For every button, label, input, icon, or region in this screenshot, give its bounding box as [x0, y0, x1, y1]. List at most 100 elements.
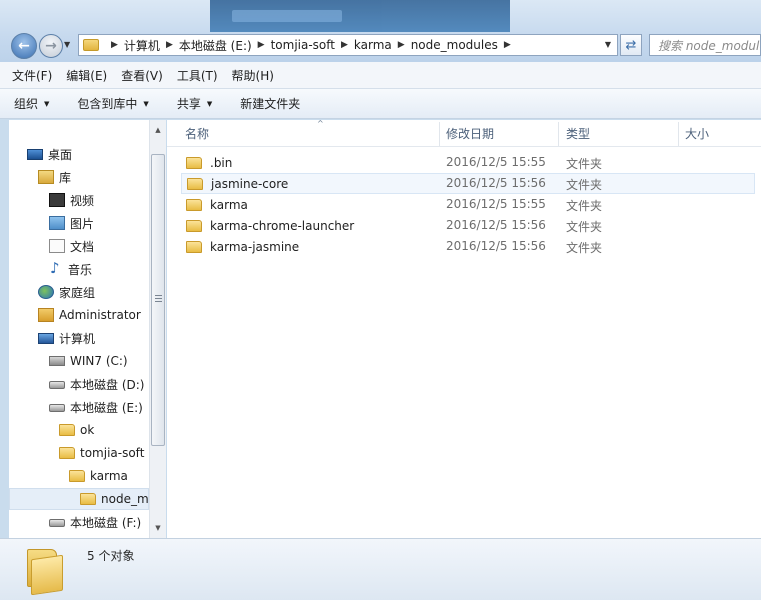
breadcrumb-tomjia-soft[interactable]: tomjia-soft [271, 38, 335, 52]
back-button[interactable]: ← [11, 33, 37, 59]
chevron-down-icon: ▼ [206, 99, 213, 108]
column-name[interactable]: 名称 ^ [179, 119, 439, 147]
menu-help[interactable]: 帮助(H) [232, 67, 274, 84]
file-list[interactable]: 名称 ^ 修改日期 类型 大小 .bin 2016/12/5 15:55 文件夹… [167, 119, 761, 538]
forward-button[interactable]: → [39, 34, 63, 58]
tree-item-drive-d[interactable]: 本地磁盘 (D:) [49, 373, 144, 395]
tree-item-administrator[interactable]: Administrator [38, 304, 141, 326]
tree-item-ok[interactable]: ok [59, 419, 94, 441]
tree-item-label: 桌面 [48, 147, 73, 162]
share-label: 共享 [176, 97, 201, 111]
chevron-right-icon[interactable]: ▶ [504, 40, 511, 50]
new-folder-button[interactable]: 新建文件夹 [240, 95, 300, 112]
share-button[interactable]: 共享 ▼ [177, 95, 212, 112]
search-input[interactable]: 搜索 node_modules [649, 34, 761, 56]
breadcrumb-node-modules[interactable]: node_modules [411, 38, 498, 52]
tree-item-music[interactable]: 音乐 [49, 258, 92, 280]
breadcrumb-drive-e[interactable]: 本地磁盘 (E:) [179, 37, 252, 54]
tree-item-drive-c[interactable]: WIN7 (C:) [49, 350, 128, 372]
tree-item-computer[interactable]: 计算机 [38, 327, 95, 349]
grip-icon [155, 295, 162, 302]
new-folder-label: 新建文件夹 [240, 97, 301, 111]
desktop-icon [27, 148, 43, 160]
file-row[interactable]: karma 2016/12/5 15:55 文件夹 [181, 194, 755, 215]
include-in-library-button[interactable]: 包含到库中 ▼ [77, 95, 148, 112]
navigation-scrollbar[interactable]: ▲ ▼ [149, 120, 166, 538]
file-row[interactable]: karma-jasmine 2016/12/5 15:56 文件夹 [181, 236, 755, 257]
column-name-label: 名称 [185, 127, 210, 141]
chevron-right-icon[interactable]: ▶ [341, 40, 348, 50]
tree-item-pictures[interactable]: 图片 [49, 212, 94, 234]
tree-item-label: 视频 [70, 193, 95, 208]
menu-view[interactable]: 查看(V) [121, 67, 163, 84]
file-date: 2016/12/5 15:55 [446, 197, 546, 211]
tree-item-tomjia-soft[interactable]: tomjia-soft [59, 442, 144, 464]
tree-item-documents[interactable]: 文档 [49, 235, 94, 257]
tree-item-label: 音乐 [68, 262, 93, 277]
file-row[interactable]: .bin 2016/12/5 15:55 文件夹 [181, 152, 755, 173]
tree-item-libraries[interactable]: 库 [38, 166, 71, 188]
menu-tools[interactable]: 工具(T) [177, 67, 218, 84]
command-bar: 组织 ▼ 包含到库中 ▼ 共享 ▼ 新建文件夹 [0, 89, 761, 119]
menu-file[interactable]: 文件(F) [12, 67, 52, 84]
tree-item-label: 计算机 [59, 331, 96, 346]
sort-ascending-icon: ^ [317, 119, 324, 128]
window-title-background [210, 0, 510, 32]
tree-item-homegroup[interactable]: 家庭组 [38, 281, 95, 303]
tree-item-label: tomjia-soft [80, 446, 145, 460]
forward-arrow-icon: → [45, 38, 57, 54]
breadcrumb-computer[interactable]: 计算机 [124, 37, 160, 54]
folder-icon [186, 198, 202, 211]
breadcrumb-karma[interactable]: karma [354, 38, 392, 52]
file-row[interactable]: jasmine-core 2016/12/5 15:56 文件夹 [181, 173, 755, 194]
file-name: karma-jasmine [210, 239, 300, 254]
folder-icon [27, 549, 65, 596]
user-folder-icon [38, 308, 54, 322]
chevron-right-icon[interactable]: ▶ [111, 40, 118, 50]
file-date: 2016/12/5 15:56 [446, 239, 546, 253]
file-name: karma-chrome-launcher [210, 218, 355, 233]
column-size[interactable]: 大小 [679, 120, 759, 147]
tree-item-karma[interactable]: karma [69, 465, 128, 487]
organize-button[interactable]: 组织 ▼ [14, 95, 49, 112]
file-date: 2016/12/5 15:55 [446, 155, 546, 169]
tree-item-label: WIN7 (C:) [70, 354, 128, 368]
tree-item-desktop[interactable]: 桌面 [27, 143, 72, 165]
drive-icon [49, 404, 65, 412]
chevron-right-icon[interactable]: ▶ [166, 40, 173, 50]
navigation-pane[interactable]: 桌面 库 视频 图片 文档 音乐 家庭组 Administrator 计算机 W… [9, 120, 149, 538]
file-name: .bin [210, 155, 233, 170]
scroll-up-icon[interactable]: ▲ [150, 122, 166, 138]
column-date-modified[interactable]: 修改日期 [440, 120, 558, 147]
tree-item-drive-e[interactable]: 本地磁盘 (E:) [49, 396, 143, 418]
chevron-right-icon[interactable]: ▶ [398, 40, 405, 50]
file-date: 2016/12/5 15:56 [446, 176, 546, 190]
folder-icon [69, 470, 85, 482]
tree-item-videos[interactable]: 视频 [49, 189, 94, 211]
scrollbar-thumb[interactable] [151, 154, 165, 446]
refresh-button[interactable]: ⇄ [620, 34, 642, 56]
column-type[interactable]: 类型 [560, 120, 678, 147]
folder-icon [59, 424, 75, 436]
chevron-down-icon: ▼ [143, 99, 149, 108]
file-type: 文件夹 [566, 220, 603, 234]
scroll-down-icon[interactable]: ▼ [150, 520, 166, 536]
address-history-dropdown-icon[interactable]: ▼ [605, 40, 611, 49]
tree-item-label: karma [90, 469, 128, 483]
tree-item-drive-f[interactable]: 本地磁盘 (F:) [49, 511, 141, 533]
tree-item-label: 家庭组 [59, 285, 96, 300]
tree-item-label: node_mo [101, 492, 149, 506]
tree-item-node-modules[interactable]: node_mo [9, 488, 149, 510]
include-in-library-label: 包含到库中 [77, 97, 138, 111]
chevron-right-icon[interactable]: ▶ [258, 40, 265, 50]
tree-item-label: 库 [59, 170, 72, 185]
menu-edit[interactable]: 编辑(E) [66, 67, 107, 84]
tree-item-label: 本地磁盘 (E:) [70, 400, 143, 415]
refresh-icon: ⇄ [625, 37, 637, 53]
drive-icon [49, 519, 65, 527]
address-bar[interactable]: ▶ 计算机 ▶ 本地磁盘 (E:) ▶ tomjia-soft ▶ karma … [78, 34, 618, 56]
file-row[interactable]: karma-chrome-launcher 2016/12/5 15:56 文件… [181, 215, 755, 236]
computer-icon [38, 332, 54, 344]
music-library-icon [49, 259, 63, 277]
recent-pages-dropdown-icon[interactable]: ▼ [64, 40, 70, 49]
